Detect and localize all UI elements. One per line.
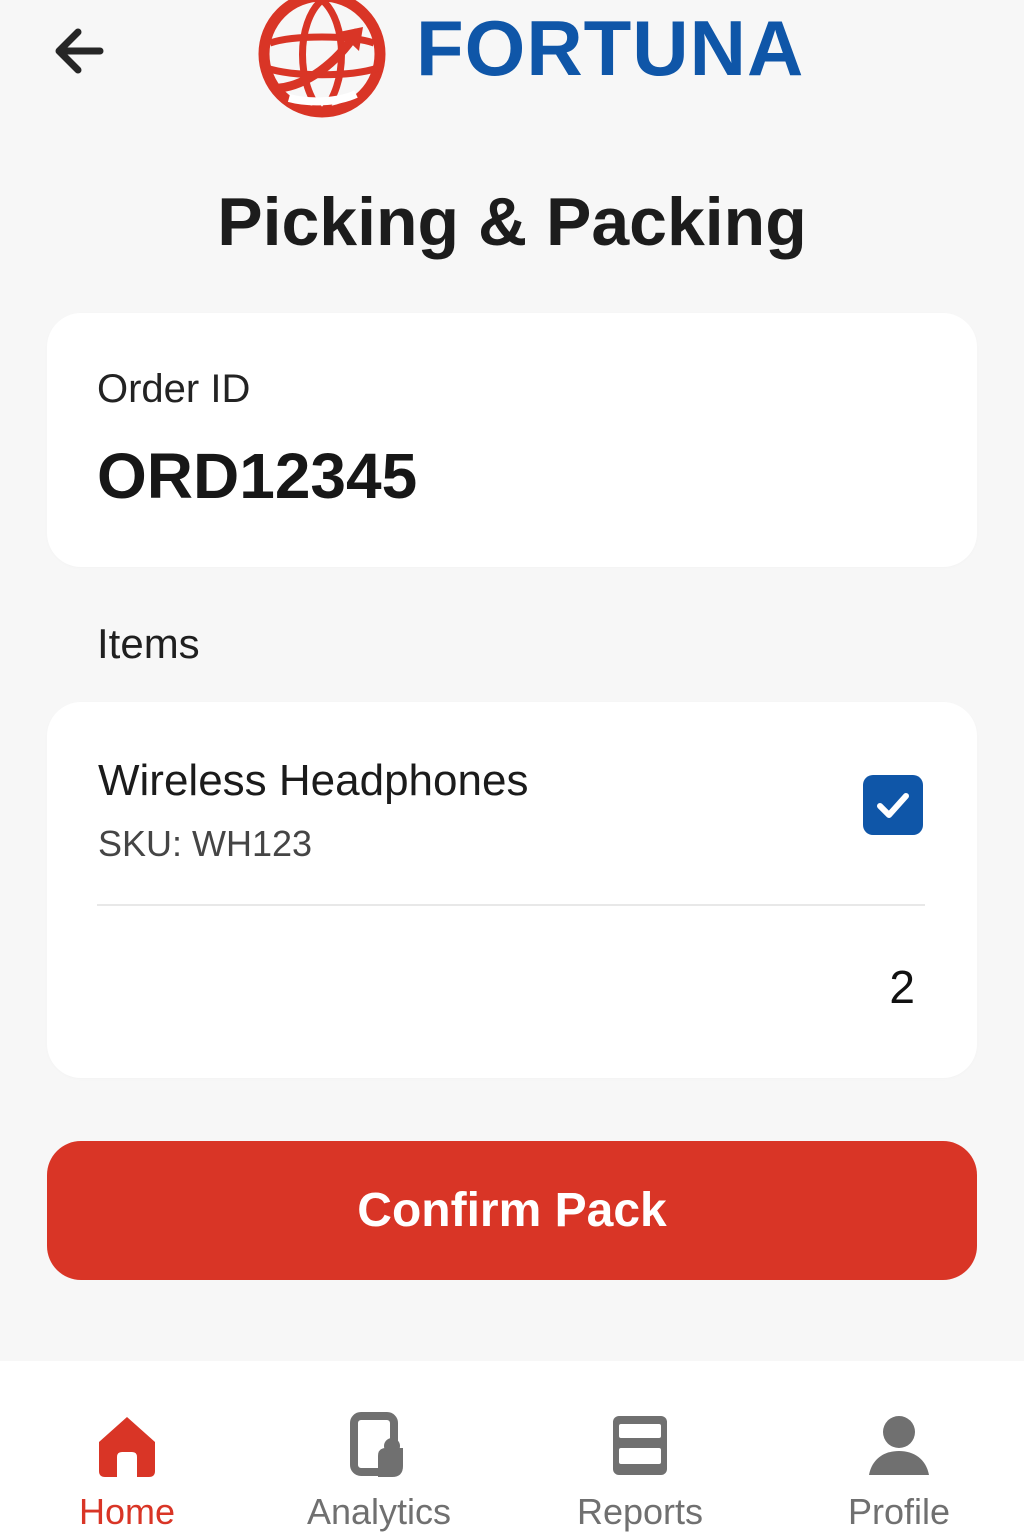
reports-icon <box>605 1411 675 1481</box>
brand-name: FORTUNA <box>416 4 805 92</box>
confirm-pack-button[interactable]: Confirm Pack <box>47 1141 977 1280</box>
nav-reports[interactable]: Reports <box>530 1361 750 1536</box>
back-button[interactable] <box>44 18 114 84</box>
item-sku: SKU: WH123 <box>98 823 313 864</box>
arrow-left-icon <box>55 28 104 74</box>
order-id-value: ORD12345 <box>97 440 418 512</box>
home-icon <box>92 1411 162 1481</box>
item-picked-checkbox[interactable] <box>863 775 923 835</box>
nav-analytics[interactable]: Analytics <box>269 1361 489 1536</box>
analytics-icon <box>344 1411 414 1481</box>
nav-home[interactable]: Home <box>17 1361 237 1536</box>
items-card: Wireless Headphones SKU: WH123 2 <box>47 702 977 1078</box>
nav-profile[interactable]: Profile <box>789 1361 1009 1536</box>
checkbox-checked-icon <box>877 793 909 818</box>
order-id-label: Order ID <box>97 367 251 411</box>
nav-profile-label: Profile <box>847 1491 951 1532</box>
globe-arrow-logo-icon <box>258 0 386 118</box>
item-quantity: 2 <box>889 961 915 1013</box>
nav-home-label: Home <box>78 1491 176 1532</box>
nav-reports-label: Reports <box>576 1491 704 1532</box>
nav-analytics-label: Analytics <box>306 1491 452 1532</box>
page-title: Picking & Packing <box>217 184 807 260</box>
item-divider <box>97 904 925 906</box>
bottom-navigation: Home Analytics Reports Profile <box>0 1361 1024 1536</box>
items-heading: Items <box>97 620 200 667</box>
brand-logo: FORTUNA <box>252 0 804 122</box>
profile-icon <box>864 1411 934 1481</box>
item-name: Wireless Headphones <box>98 756 529 805</box>
order-card: Order ID ORD12345 <box>47 313 977 567</box>
picking-packing-screen: FORTUNA Picking & Packing Order ID ORD12… <box>0 0 1024 1536</box>
